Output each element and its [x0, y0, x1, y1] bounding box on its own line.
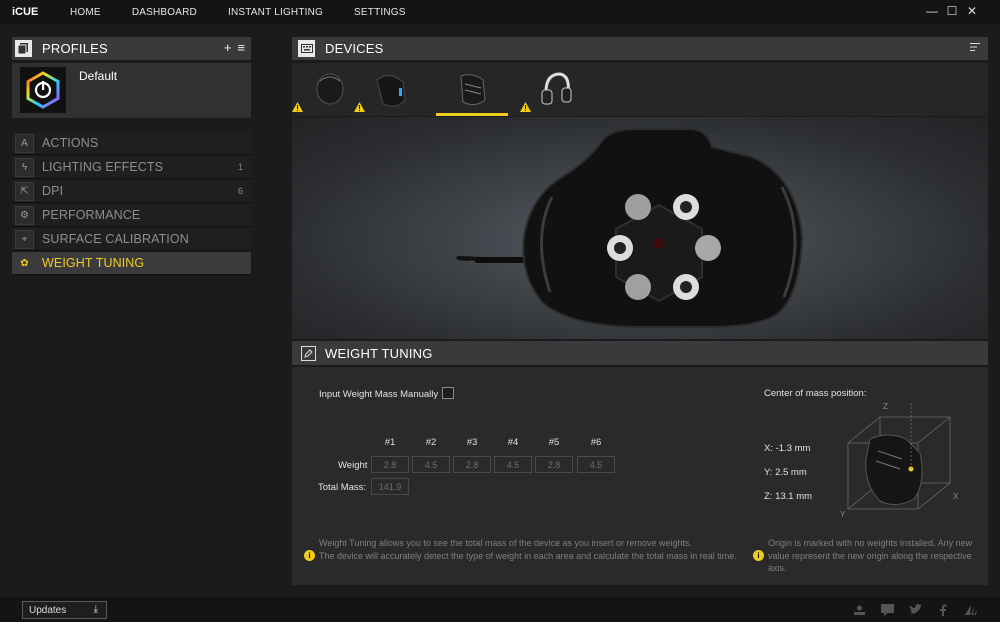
- window-controls: — ☐ ✕: [926, 4, 978, 18]
- info-icon: i: [304, 550, 315, 561]
- weight-column-1: #1: [384, 437, 396, 448]
- top-bar: iCUE HOME DASHBOARD INSTANT LIGHTING SET…: [0, 0, 1000, 24]
- devices-header: DEVICES: [292, 37, 988, 60]
- device-headset[interactable]: [520, 63, 592, 116]
- add-profile-icon[interactable]: +: [224, 40, 232, 55]
- axis-y-label: Y: [840, 510, 846, 519]
- weight-column-6: #6: [590, 437, 602, 448]
- chat-icon[interactable]: [880, 603, 894, 616]
- weight-field-4[interactable]: 4.5: [494, 456, 532, 473]
- menu-item-label: LIGHTING EFFECTS: [42, 160, 164, 174]
- profile-menu: A ACTIONS ϟ LIGHTING EFFECTS 1 ⇱ DPI 6 ⚙…: [12, 132, 251, 275]
- mouse-bottom-image: [456, 128, 804, 328]
- nav-dashboard[interactable]: DASHBOARD: [132, 7, 197, 18]
- menu-item-count: 6: [237, 186, 243, 196]
- updates-label: Updates: [29, 604, 67, 616]
- manual-input-checkbox[interactable]: [442, 387, 454, 399]
- profile-name: Default: [79, 69, 118, 83]
- weight-field-6[interactable]: 4.5: [577, 456, 615, 473]
- weight-field-1[interactable]: 2.8: [371, 456, 409, 473]
- minimize-icon[interactable]: —: [926, 4, 938, 18]
- nav-settings[interactable]: SETTINGS: [354, 7, 406, 18]
- weight-tuning-info: Weight Tuning allows you to see the tota…: [319, 538, 737, 561]
- total-mass-field: 141.9: [371, 478, 409, 495]
- weight-column-3: #3: [466, 437, 478, 448]
- menu-item-label: SURFACE CALIBRATION: [42, 232, 189, 246]
- weight-column-5: #5: [548, 437, 560, 448]
- com-y-value: Y: 2.5 mm: [764, 467, 807, 478]
- maximize-icon[interactable]: ☐: [946, 4, 958, 18]
- center-of-mass-graphic: [847, 403, 951, 510]
- com-x-value: X: -1.3 mm: [764, 443, 811, 454]
- menu-item-label: WEIGHT TUNING: [42, 256, 145, 270]
- info-icon: i: [753, 550, 764, 561]
- performance-icon: ⚙: [15, 205, 34, 225]
- nav-home[interactable]: HOME: [70, 7, 101, 18]
- center-of-mass-title: Center of mass position:: [764, 388, 867, 399]
- profile-default[interactable]: Default: [12, 63, 251, 118]
- com-z-value: Z: 13.1 mm: [764, 491, 813, 502]
- menu-item-label: ACTIONS: [42, 136, 99, 150]
- device-strip: [292, 63, 988, 116]
- weight-tuning-header: WEIGHT TUNING: [292, 341, 988, 365]
- profiles-header: PROFILES + ≡: [12, 37, 251, 60]
- profiles-icon: [15, 40, 32, 57]
- corsair-sails-icon[interactable]: [964, 603, 978, 616]
- cursor-icon: ⇱: [15, 181, 34, 201]
- menu-item-surface-calibration[interactable]: ⌖ SURFACE CALIBRATION: [12, 228, 251, 251]
- warning-icon: [520, 102, 531, 112]
- weight-field-3[interactable]: 2.8: [453, 456, 491, 473]
- close-icon[interactable]: ✕: [966, 4, 978, 18]
- warning-icon: [292, 102, 303, 112]
- weight-column-4: #4: [507, 437, 519, 448]
- weight-row-label: Weight: [338, 460, 368, 471]
- left-panel: PROFILES + ≡ Default A ACTIONS ϟ LIGHTIN…: [12, 37, 251, 276]
- lightning-icon: ϟ: [15, 157, 34, 177]
- community-icon[interactable]: [852, 603, 866, 616]
- menu-item-actions[interactable]: A ACTIONS: [12, 132, 251, 155]
- updates-button[interactable]: Updates ⤓: [22, 601, 107, 619]
- menu-item-label: DPI: [42, 184, 64, 198]
- weight-field-2[interactable]: 4.5: [412, 456, 450, 473]
- menu-item-lighting-effects[interactable]: ϟ LIGHTING EFFECTS 1: [12, 156, 251, 179]
- device-mouse-3-selected[interactable]: [436, 63, 508, 116]
- menu-item-weight-tuning[interactable]: ✿ WEIGHT TUNING: [12, 252, 251, 275]
- app-title: iCUE: [12, 6, 39, 18]
- twitter-icon[interactable]: [908, 603, 922, 616]
- menu-item-dpi[interactable]: ⇱ DPI 6: [12, 180, 251, 203]
- actions-icon: A: [15, 133, 34, 153]
- menu-item-performance[interactable]: ⚙ PERFORMANCE: [12, 204, 251, 227]
- menu-item-count: 1: [237, 162, 243, 172]
- axis-z-label: Z: [883, 402, 888, 411]
- keyboard-icon: [298, 40, 315, 57]
- axis-x-label: X: [953, 492, 959, 501]
- profiles-menu-icon[interactable]: ≡: [237, 40, 245, 55]
- profiles-title: PROFILES: [42, 41, 108, 56]
- center-of-mass-info: Origin is marked with no weights install…: [768, 538, 973, 573]
- target-icon: ⌖: [15, 229, 34, 249]
- weight-field-5[interactable]: 2.8: [535, 456, 573, 473]
- device-mouse-2[interactable]: [354, 63, 426, 116]
- icue-logo-icon: [20, 67, 66, 113]
- warning-icon: [354, 102, 365, 112]
- weight-column-2: #2: [425, 437, 437, 448]
- weight-tuning-panel: Input Weight Mass Manually #1 #2 #3 #4 #…: [292, 367, 988, 585]
- device-preview: [292, 117, 988, 339]
- menu-item-label: PERFORMANCE: [42, 208, 141, 222]
- total-mass-label: Total Mass:: [318, 482, 367, 493]
- bottom-bar: Updates ⤓: [0, 597, 1000, 622]
- edit-icon: [301, 345, 316, 361]
- facebook-icon[interactable]: [936, 603, 950, 616]
- manual-input-label: Input Weight Mass Manually: [319, 389, 439, 400]
- weight-tuning-title: WEIGHT TUNING: [325, 345, 433, 361]
- devices-title: DEVICES: [325, 41, 384, 56]
- download-icon: ⤓: [93, 604, 98, 615]
- weight-icon: ✿: [20, 257, 29, 269]
- social-links: [852, 603, 978, 616]
- devices-menu-icon[interactable]: [970, 43, 980, 54]
- nav-instant-lighting[interactable]: INSTANT LIGHTING: [228, 7, 323, 18]
